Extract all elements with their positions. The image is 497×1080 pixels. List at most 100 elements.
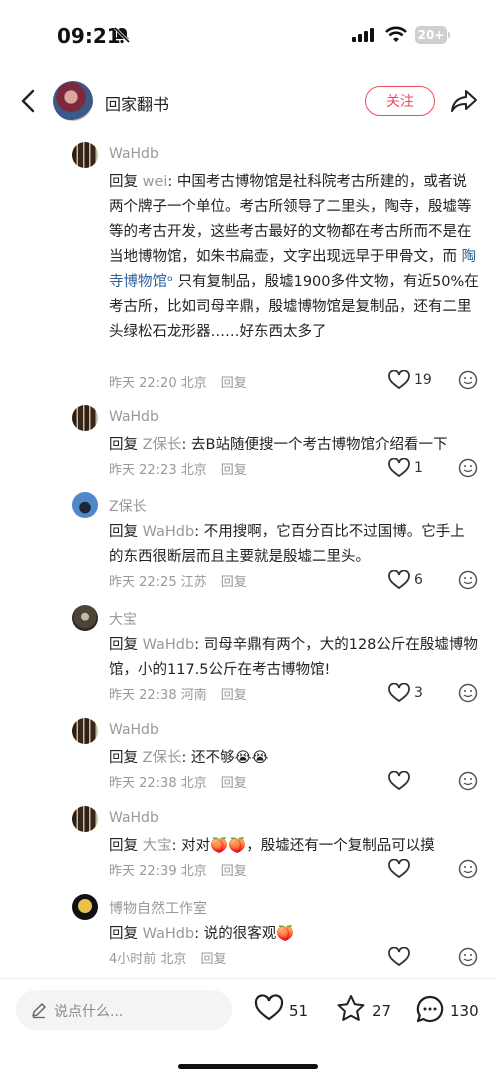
comment-location: 北京 [180,864,207,879]
comment-location: 北京 [160,952,187,967]
like-button[interactable]: 19 [388,369,432,394]
commenter-avatar[interactable] [72,142,98,168]
emoji-reaction-icon[interactable] [458,771,478,791]
like-button[interactable]: 3 [388,682,423,707]
like-count: 1 [414,460,423,476]
emoji-reaction-icon[interactable] [458,570,478,590]
reply-link[interactable]: 回复 [221,376,247,391]
reply-target[interactable]: Z保长 [143,437,182,453]
emoji-reaction-icon[interactable] [458,947,478,967]
commenter-name[interactable]: 博物自然工作室 [109,898,207,918]
heart-icon [388,946,410,967]
comment-meta: 4小时前 北京 回复 [109,948,226,967]
like-button[interactable] [388,770,410,795]
reply-target[interactable]: 大宝 [143,838,172,854]
like-button[interactable] [388,858,410,883]
reply-link[interactable]: 回复 [221,463,247,478]
status-time: 09:21 [57,24,121,48]
comment-input-placeholder: 说点什么... [54,1004,124,1020]
reply-link[interactable]: 回复 [221,688,247,703]
post-header: 回家翻书 关注 [0,70,497,132]
comment-time: 昨天 22:38 [109,688,177,703]
comment-time: 昨天 22:38 [109,776,177,791]
commenter-avatar[interactable] [72,806,98,832]
commenter-avatar[interactable] [72,492,98,518]
comment-location: 北京 [180,463,207,478]
comment-text[interactable]: 回复 WaHdb: 司母辛鼎有两个，大的128公斤在殷墟博物馆，小的117.5公… [109,633,479,683]
peach-emoji: 🍑🍑 [210,838,247,854]
comment-meta: 昨天 22:23 北京 回复 [109,459,247,478]
back-arrow-icon[interactable] [18,88,38,114]
commenter-name[interactable]: WaHdb [109,409,159,425]
reply-prefix: 回复 [109,637,143,653]
emoji-reaction-icon[interactable] [458,458,478,478]
follow-button[interactable]: 关注 [365,86,435,116]
commenter-name[interactable]: WaHdb [109,146,159,162]
post-like-button[interactable]: 51 [254,994,308,1026]
comment-meta: 昨天 22:38 北京 回复 [109,772,247,791]
like-button[interactable] [388,946,410,971]
like-button[interactable]: 6 [388,569,423,594]
signal-icon [352,28,374,42]
commenter-name[interactable]: Z保长 [109,496,147,516]
wifi-icon [385,26,407,42]
heart-icon [388,569,410,590]
post-comment-button[interactable]: 130 [415,994,479,1028]
author-name[interactable]: 回家翻书 [105,91,169,115]
comment-input[interactable]: 说点什么... [16,990,232,1030]
reply-link[interactable]: 回复 [221,864,247,879]
like-count: 3 [414,685,423,701]
reply-target[interactable]: WaHdb [143,926,195,942]
comment-location: 江苏 [180,575,207,590]
emoji-reaction-icon[interactable] [458,859,478,879]
like-button[interactable]: 1 [388,457,423,482]
mute-bell-icon [113,26,131,44]
home-indicator[interactable] [178,1064,318,1069]
commenter-name[interactable]: WaHdb [109,722,159,738]
commenter-name[interactable]: WaHdb [109,810,159,826]
commenter-avatar[interactable] [72,718,98,744]
reply-target[interactable]: WaHdb [143,524,195,540]
comment-meta: 昨天 22:20 北京 回复 [109,372,247,391]
comment-location: 北京 [180,776,207,791]
comment-body: : 还不够 [181,750,235,766]
status-bar: 09:21 20+ [0,0,497,70]
comment-text[interactable]: 回复 Z保长: 还不够😭😭 [109,746,479,771]
author-avatar[interactable] [53,81,93,121]
star-icon [337,995,365,1021]
reply-link[interactable]: 回复 [221,776,247,791]
comment-text[interactable]: 回复 WaHdb: 不用搜啊，它百分百比不过国博。它手上的东西很断层而且主要就是… [109,520,479,570]
reply-link[interactable]: 回复 [221,575,247,590]
comment-text[interactable]: 回复 WaHdb: 说的很客观🍑 [109,922,479,947]
comment-text[interactable]: 回复 wei: 中国考古博物馆是社科院考古所建的，或者说两个牌子一个单位。考古所… [109,170,479,345]
emoji-reaction-icon[interactable] [458,370,478,390]
share-icon[interactable] [450,88,478,114]
comment-text[interactable]: 回复 大宝: 对对🍑🍑，殷墟还有一个复制品可以摸 [109,834,479,859]
comment-meta: 昨天 22:25 江苏 回复 [109,571,247,590]
reply-target[interactable]: Z保长 [143,750,182,766]
heart-icon [388,457,410,478]
commenter-avatar[interactable] [72,405,98,431]
comment-text[interactable]: 回复 Z保长: 去B站随便搜一个考古博物馆介绍看一下 [109,433,479,458]
commenter-avatar[interactable] [72,605,98,631]
heart-icon [388,858,410,879]
post-collect-button[interactable]: 27 [336,994,391,1026]
like-count: 19 [414,372,432,388]
comment-time: 4小时前 [109,952,157,967]
post-collect-count: 27 [372,1002,392,1020]
comment-time: 昨天 22:20 [109,376,177,391]
reply-target[interactable]: wei [143,174,168,190]
post-like-count: 51 [289,1002,309,1020]
comment-location: 河南 [180,688,207,703]
heart-icon [388,682,410,703]
emoji-reaction-icon[interactable] [458,683,478,703]
pen-icon [32,1003,46,1019]
commenter-avatar[interactable] [72,894,98,920]
reply-prefix: 回复 [109,926,143,942]
reply-target[interactable]: WaHdb [143,637,195,653]
bottom-divider [0,978,497,979]
commenter-name[interactable]: 大宝 [109,609,137,629]
reply-link[interactable]: 回复 [200,952,226,967]
battery-tip [448,32,450,38]
comment-meta: 昨天 22:39 北京 回复 [109,860,247,879]
